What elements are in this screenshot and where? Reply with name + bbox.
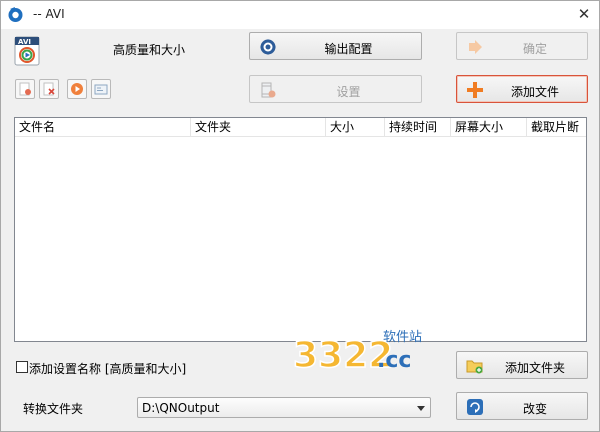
main-window: -- AVI ✕ AVI 高质量和大小 输出配置 确定 设置 添加文件 文件名 … [0,0,600,432]
settings-button[interactable]: 设置 [249,75,422,103]
title-bar: -- AVI ✕ [1,1,599,29]
add-folder-label: 添加文件夹 [504,361,565,375]
folder-add-icon [466,360,483,374]
avi-format-icon: AVI [14,36,40,66]
column-header-folder[interactable]: 文件夹 [191,118,326,137]
app-logo-icon [8,7,23,22]
confirm-label: 确定 [522,42,547,56]
column-header-size[interactable]: 大小 [326,118,385,137]
watermark-domain: .cc [377,348,411,373]
profile-name: 高质量和大小 [113,43,186,57]
info-button[interactable] [91,79,111,99]
watermark-subtitle: 软件站 [383,330,422,345]
change-label: 改变 [522,402,547,416]
column-header-clip[interactable]: 截取片断 [527,118,586,137]
file-list-table[interactable]: 文件名 文件夹 大小 持续时间 屏幕大小 截取片断 [14,117,587,342]
add-file-button[interactable]: 添加文件 [456,75,588,103]
add-folder-button[interactable]: 添加文件夹 [456,351,588,379]
close-button[interactable]: ✕ [569,1,599,29]
watermark-logo: 3322 .cc 软件站 [293,330,422,375]
page-delete-icon [43,82,55,96]
film-settings-icon [261,82,276,98]
plus-icon [467,82,483,98]
add-setting-name-label: 添加设置名称 [高质量和大小] [29,362,187,376]
play-button[interactable] [67,79,87,99]
settings-gear-icon [260,39,276,55]
output-folder-dropdown[interactable]: D:\QNOutput [137,397,431,418]
page-add-icon [19,82,31,96]
play-icon [71,83,83,95]
svg-text:AVI: AVI [18,38,31,46]
confirm-button[interactable]: 确定 [456,32,588,60]
window-title: -- AVI [33,7,65,21]
settings-label: 设置 [336,85,361,99]
output-folder-label: 转换文件夹 [23,402,84,416]
refresh-icon [467,399,483,415]
change-folder-button[interactable]: 改变 [456,392,588,420]
chevron-down-icon [417,406,425,411]
arrow-right-icon [469,40,482,54]
column-header-duration[interactable]: 持续时间 [385,118,451,137]
output-config-button[interactable]: 输出配置 [249,32,422,60]
add-setting-name-checkbox[interactable] [16,361,28,373]
add-file-label: 添加文件 [510,85,559,99]
column-header-screen-size[interactable]: 屏幕大小 [451,118,527,137]
table-header: 文件名 文件夹 大小 持续时间 屏幕大小 截取片断 [15,118,586,137]
output-folder-value: D:\QNOutput [142,401,220,415]
card-icon [94,84,108,95]
new-item-button[interactable] [15,79,35,99]
output-config-label: 输出配置 [324,42,373,56]
column-header-filename[interactable]: 文件名 [15,118,191,137]
delete-item-button[interactable] [39,79,59,99]
